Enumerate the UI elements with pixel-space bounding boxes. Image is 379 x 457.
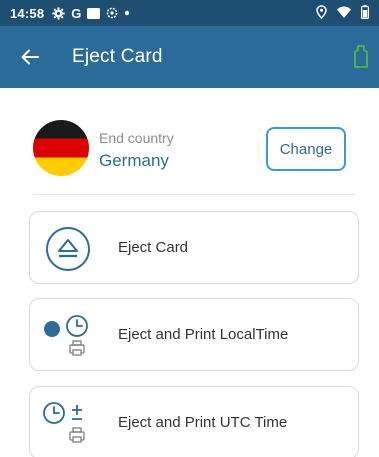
battery-icon [361, 4, 370, 22]
clock-print-utc-icon [43, 402, 85, 443]
change-button[interactable]: Change [266, 127, 346, 171]
eject-card-label: Eject Card [118, 239, 189, 256]
status-bar: 14:58 G [0, 0, 379, 26]
dot-icon [124, 6, 130, 20]
clock-print-local-icon [44, 315, 88, 356]
eject-print-utc-label: Eject and Print UTC Time [118, 414, 288, 431]
location-icon [316, 4, 327, 22]
status-right-icons [316, 4, 370, 22]
eject-print-local-button[interactable]: Eject and Print LocalTime [29, 298, 359, 371]
end-country-section: End country Germany Change [33, 120, 355, 180]
eject-card-button[interactable]: Eject Card [29, 211, 359, 284]
google-icon: G [71, 5, 82, 21]
germany-flag [33, 120, 89, 176]
eject-icon [46, 227, 90, 271]
square-icon [87, 6, 101, 20]
status-time: 14:58 [10, 5, 45, 21]
settings-icon [106, 6, 118, 20]
eject-print-utc-button[interactable]: Eject and Print UTC Time [29, 386, 359, 457]
app-bar: Eject Card [0, 26, 379, 88]
page-title: Eject Card [72, 46, 163, 67]
back-button[interactable] [0, 26, 60, 88]
battery-outline-icon [354, 45, 368, 68]
gear-icon [52, 6, 65, 20]
divider [33, 194, 355, 195]
arrow-left-icon [21, 49, 39, 65]
eject-print-local-label: Eject and Print LocalTime [118, 326, 289, 343]
wifi-icon [337, 6, 351, 21]
end-country-label: End country [99, 130, 174, 146]
country-name: Germany [99, 151, 169, 170]
